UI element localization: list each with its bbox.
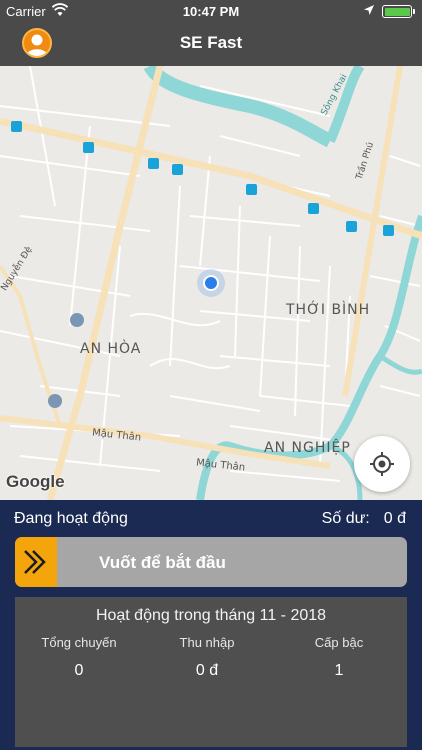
stat-label: Tổng chuyến [41,635,117,650]
locate-me-button[interactable] [354,436,410,492]
top-bar: Carrier 10:47 PM SE Fast [0,0,422,66]
driver-panel: Đang hoạt động Số dư: 0 đ Vuốt để bắt đầu… [0,500,422,750]
stat-label: Cấp bậc [314,635,364,650]
page-title: SE Fast [179,33,243,52]
google-attribution[interactable]: Google [6,472,65,492]
stat-value: 0 [74,662,84,679]
balance-value: 0 đ [383,510,406,527]
map-label-thoi-binh: THỚI BÌNH [286,302,371,318]
stat-total-trips: Tổng chuyến 0 [14,635,144,680]
balance: Số dư: 0 đ [322,510,406,528]
map-canvas[interactable] [0,66,422,500]
rivers [143,66,422,500]
map-label-an-nghiep: AN NGHIỆP [264,440,351,456]
battery-fill [384,7,410,16]
battery-nub [413,9,415,14]
map-label-an-hoa: AN HÒA [80,341,142,357]
stat-value: 1 [334,662,344,679]
user-location-dot [197,269,225,297]
crosshair-locate-icon [370,452,394,476]
activity-status-label: Đang hoạt động [14,510,128,527]
stat-value: 0 đ [195,662,219,679]
balance-label: Số dư: [321,510,370,527]
stat-rank: Cấp bậc 1 [274,635,404,680]
slider-label: Vuốt để bắt đầu [99,553,226,572]
location-arrow-icon [364,5,374,15]
slider-handle[interactable] [15,537,57,587]
status-bar: Carrier 10:47 PM [0,0,422,24]
map-view[interactable]: AN HÒA THỚI BÌNH AN NGHIỆP Mậu Thân Mậu … [0,66,422,500]
monthly-stats-card: Hoạt động trong tháng 11 - 2018 Tổng chu… [15,597,407,747]
stat-label: Thu nhập [179,635,235,650]
swipe-to-start-slider[interactable]: Vuốt để bắt đầu [15,537,407,587]
clock: 10:47 PM [182,4,240,19]
stat-income: Thu nhập 0 đ [142,635,272,680]
double-chevron-right-icon [24,550,46,574]
stats-title: Hoạt động trong tháng 11 - 2018 [95,607,327,624]
battery-icon [382,5,415,18]
